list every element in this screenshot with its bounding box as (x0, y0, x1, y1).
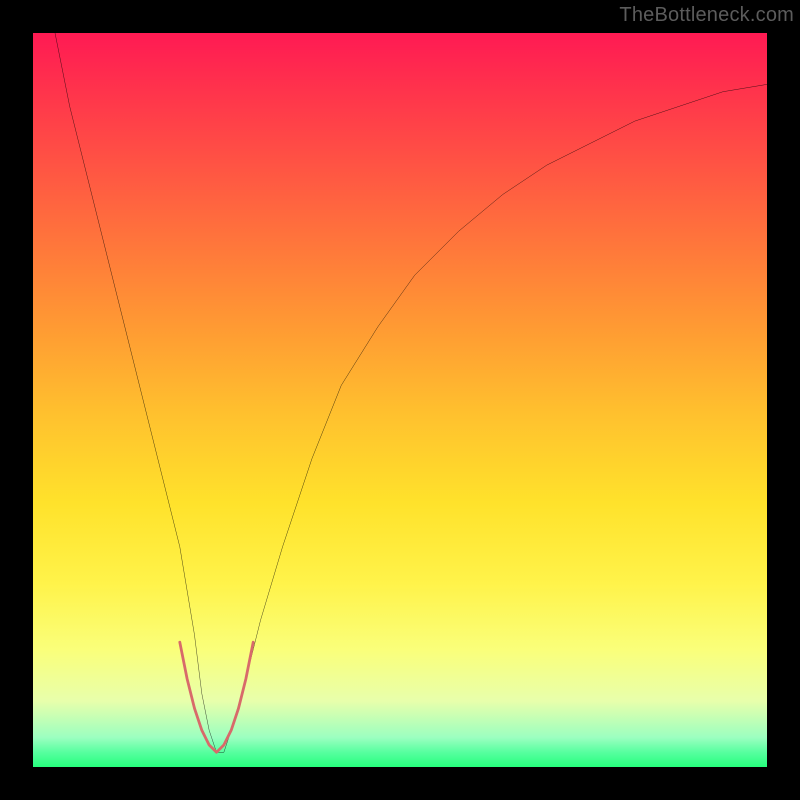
plot-area (33, 33, 767, 767)
chart-svg (33, 33, 767, 767)
bottleneck-curve (55, 33, 767, 752)
frame: TheBottleneck.com (0, 0, 800, 800)
watermark-text: TheBottleneck.com (619, 4, 794, 27)
valley-highlight (180, 642, 253, 752)
